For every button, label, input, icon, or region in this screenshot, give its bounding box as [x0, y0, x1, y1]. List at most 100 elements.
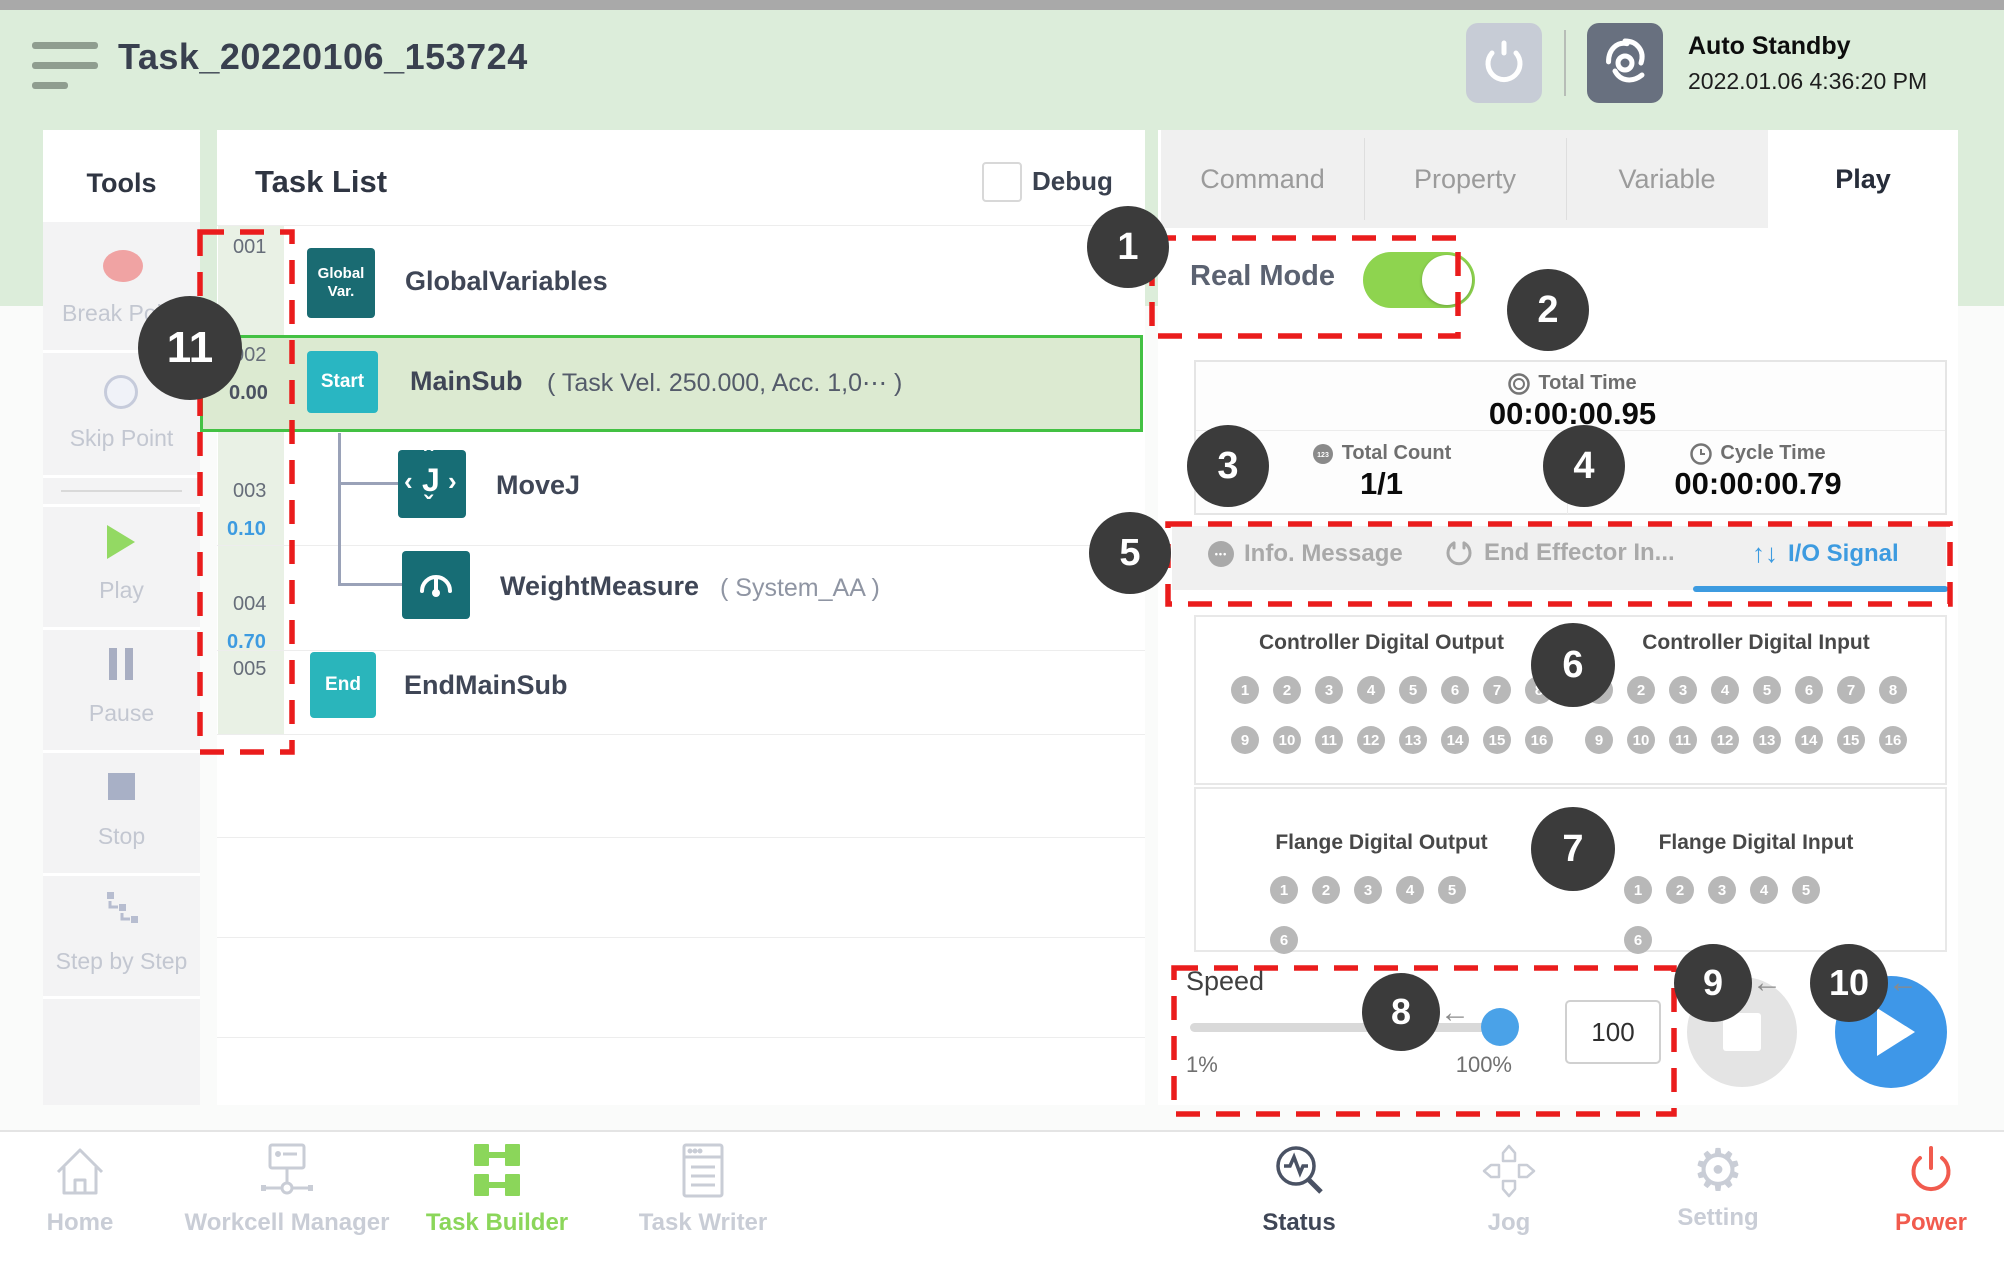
tab-io-signal[interactable]: ↑↓ I/O Signal — [1752, 538, 1899, 569]
io-indicator: 4 — [1396, 876, 1424, 904]
io-indicator: 6 — [1270, 926, 1298, 954]
flange-input-indicators: 123456 — [1624, 876, 1854, 954]
nav-task-writer[interactable]: Task Writer — [613, 1142, 793, 1237]
io-indicator: 2 — [1312, 876, 1340, 904]
pause-icon-bar2 — [125, 648, 133, 680]
io-indicator: 13 — [1399, 726, 1427, 754]
io-indicator: 7 — [1837, 676, 1865, 704]
io-indicator: 6 — [1795, 676, 1823, 704]
play-tool-label: Play — [43, 577, 200, 604]
step-by-step-label: Step by Step — [43, 948, 200, 975]
nav-workcell-manager[interactable]: Workcell Manager — [177, 1142, 397, 1237]
stop-tool-icon — [108, 773, 135, 800]
annotation-2: 2 — [1507, 269, 1589, 351]
controller-output-indicators: 12345678910111213141516 — [1231, 676, 1554, 754]
teach-pendant-screen: Task_20220106_153724 Auto Standby 2022.0… — [0, 0, 2004, 1262]
play-tool-button[interactable]: Play — [43, 507, 200, 627]
servo-mode-button[interactable] — [1587, 23, 1663, 103]
speed-value-field[interactable]: 100 — [1565, 1000, 1661, 1064]
annotation-3: 3 — [1187, 425, 1269, 507]
debug-checkbox[interactable] — [982, 162, 1022, 202]
io-indicator: 3 — [1708, 876, 1736, 904]
toggle-knob — [1422, 255, 1472, 305]
robot-gripper-button[interactable] — [1466, 23, 1542, 103]
io-indicator: 6 — [1441, 676, 1469, 704]
io-indicator: 12 — [1357, 726, 1385, 754]
io-tab-active-underline — [1693, 586, 1948, 592]
task-list-title: Task List — [255, 164, 387, 200]
setting-gear-icon: ⚙ — [1628, 1142, 1808, 1200]
io-signal-icon: ↑↓ — [1752, 538, 1778, 569]
total-count-icon: 123 — [1312, 443, 1334, 465]
tab-property[interactable]: Property — [1364, 130, 1566, 228]
io-indicator: 3 — [1315, 676, 1343, 704]
task-builder-icon — [469, 1142, 525, 1200]
io-indicator: 11 — [1669, 726, 1697, 754]
io-indicator: 4 — [1711, 676, 1739, 704]
io-indicator: 3 — [1669, 676, 1697, 704]
step-by-step-button[interactable]: Step by Step — [43, 876, 200, 996]
io-indicator: 1 — [1624, 876, 1652, 904]
top-system-strip — [0, 0, 2004, 10]
io-indicator: 13 — [1753, 726, 1781, 754]
movej-icon: J ˆ ˇ ‹ › — [398, 450, 466, 518]
end-badge: End — [310, 652, 376, 718]
speed-min-label: 1% — [1186, 1052, 1218, 1078]
row-separator — [217, 650, 1145, 651]
io-indicator: 9 — [1231, 726, 1259, 754]
io-indicator: 16 — [1879, 726, 1907, 754]
speed-label: Speed — [1186, 966, 1264, 997]
task-list-panel: Task List Debug 001 Global Var. GlobalVa… — [217, 130, 1145, 1105]
io-indicator: 5 — [1438, 876, 1466, 904]
home-icon — [51, 1142, 109, 1200]
header-divider — [1564, 30, 1566, 96]
tools-title: Tools — [43, 168, 200, 199]
status-icon — [1270, 1142, 1328, 1200]
tab-play[interactable]: Play — [1768, 130, 1958, 228]
io-indicator: 10 — [1627, 726, 1655, 754]
stop-tool-button[interactable]: Stop — [43, 753, 200, 873]
io-indicator: 3 — [1354, 876, 1382, 904]
jog-icon — [1480, 1142, 1538, 1200]
row-separator — [217, 734, 1145, 735]
end-effector-icon — [1444, 538, 1474, 568]
row-separator — [217, 937, 1145, 938]
tab-variable[interactable]: Variable — [1566, 130, 1768, 228]
tab-end-effector[interactable]: End Effector In... — [1444, 538, 1675, 568]
robot-state-label: Auto Standby — [1688, 32, 1851, 61]
pause-icon-bar1 — [109, 648, 117, 680]
real-mode-toggle[interactable] — [1363, 252, 1475, 308]
io-indicator: 4 — [1357, 676, 1385, 704]
io-indicator: 8 — [1879, 676, 1907, 704]
pause-tool-button[interactable]: Pause — [43, 630, 200, 750]
tab-info-message[interactable]: ••• Info. Message — [1208, 540, 1403, 568]
nav-status[interactable]: Status — [1209, 1142, 1389, 1237]
annotation-5: 5 — [1089, 512, 1171, 594]
annotation-10: 10 — [1810, 944, 1888, 1022]
io-indicator: 16 — [1525, 726, 1553, 754]
debug-label: Debug — [1032, 166, 1113, 197]
nav-task-builder[interactable]: Task Builder — [407, 1142, 587, 1237]
hamburger-menu-icon[interactable] — [32, 40, 102, 90]
task-writer-icon — [675, 1142, 731, 1200]
start-badge: Start — [307, 351, 378, 413]
io-indicator: 6 — [1624, 926, 1652, 954]
annotation-11: 11 — [138, 296, 242, 400]
io-indicator: 2 — [1666, 876, 1694, 904]
io-indicator: 5 — [1399, 676, 1427, 704]
weightmeasure-icon — [402, 551, 470, 619]
total-time-icon — [1508, 373, 1530, 395]
tree-vertical-line — [338, 433, 341, 585]
annotation-9-arrow: ← — [1752, 966, 1782, 1000]
tab-command[interactable]: Command — [1161, 130, 1364, 228]
nav-setting[interactable]: ⚙ Setting — [1628, 1142, 1808, 1232]
annotation-7: 7 — [1531, 807, 1615, 891]
nav-home[interactable]: Home — [0, 1142, 170, 1237]
nav-power[interactable]: Power — [1841, 1142, 2004, 1237]
annotation-1: 1 — [1087, 206, 1169, 288]
nav-jog[interactable]: Jog — [1419, 1142, 1599, 1237]
tree-stub-movej — [338, 482, 398, 485]
speed-slider-thumb[interactable] — [1481, 1008, 1519, 1046]
io-indicator: 12 — [1711, 726, 1739, 754]
row-separator — [217, 1037, 1145, 1038]
